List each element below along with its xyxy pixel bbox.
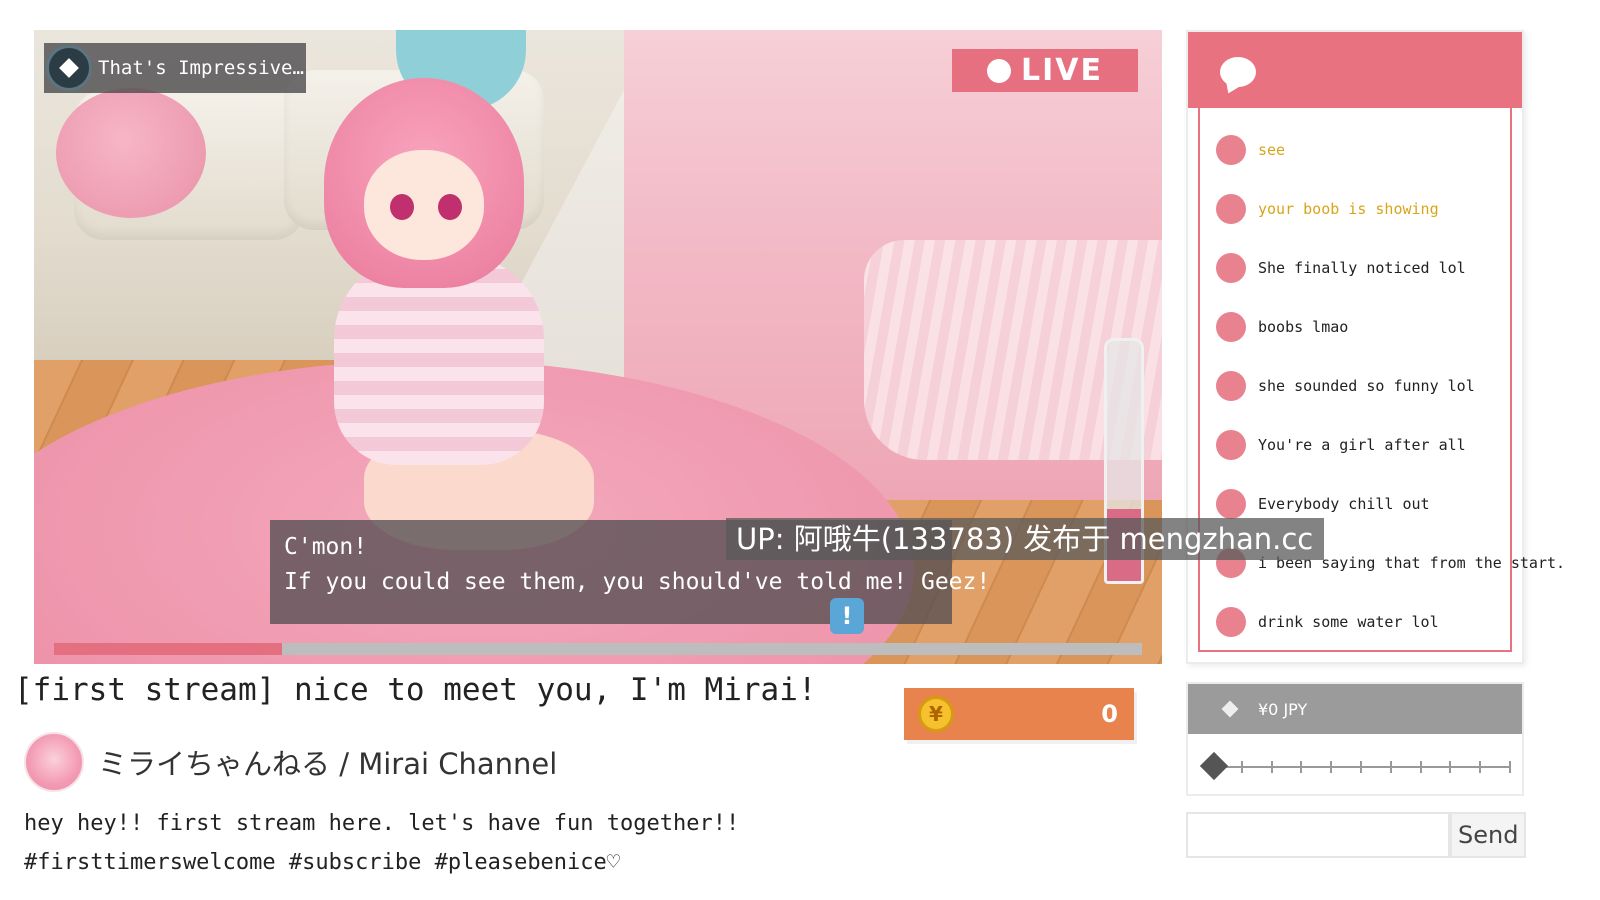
- live-label: LIVE: [1021, 53, 1103, 88]
- description-hashtags: #firsttimerswelcome #subscribe #pleasebe…: [24, 850, 621, 875]
- live-indicator: LIVE: [952, 49, 1138, 92]
- chat-panel: see your boob is showing She finally notic…: [1186, 30, 1565, 664]
- yen-coin-icon: ¥: [918, 696, 954, 732]
- achievement-popup: That's Impressive…: [44, 43, 306, 93]
- currency-count: 0: [1101, 700, 1118, 728]
- description-line: hey hey!! first stream here. let's have …: [24, 811, 740, 836]
- chat-message: your boob is showing: [1216, 193, 1439, 225]
- tip-header: ¥0 JPY: [1188, 684, 1522, 734]
- stream-progress-fill: [54, 643, 283, 655]
- currency-counter: ¥ 0: [904, 688, 1134, 740]
- chat-message: see: [1216, 134, 1285, 166]
- diamond-icon: [1221, 700, 1239, 718]
- watermark-banner: UP: 阿哦牛(133783) 发布于 mengzhan.cc: [726, 518, 1324, 560]
- chat-message: boobs lmao: [1216, 311, 1348, 343]
- slider-tick: [1241, 761, 1243, 773]
- achievement-label: That's Impressive…: [98, 57, 304, 79]
- stream-title: [first stream] nice to meet you, I'm Mir…: [14, 672, 817, 708]
- slider-tick: [1420, 761, 1422, 773]
- chat-input[interactable]: [1186, 812, 1450, 858]
- slider-tick: [1330, 761, 1332, 773]
- chat-user-avatar: [1216, 135, 1246, 165]
- channel-row[interactable]: ミライちゃんねる / Mirai Channel: [24, 732, 557, 792]
- chat-header: [1188, 32, 1522, 108]
- slider-tick: [1449, 761, 1451, 773]
- channel-avatar[interactable]: [24, 732, 84, 792]
- chat-message-text: She finally noticed lol: [1258, 259, 1466, 277]
- chat-message: Everybody chill out: [1216, 488, 1430, 520]
- slider-tick: [1390, 761, 1392, 773]
- chat-message-text: your boob is showing: [1258, 200, 1439, 218]
- slider-tick: [1479, 761, 1481, 773]
- send-button[interactable]: Send: [1450, 812, 1526, 858]
- stream-description: hey hey!! first stream here. let's have …: [24, 804, 739, 882]
- stream-progress-bar[interactable]: [54, 643, 1142, 655]
- character-eye: [438, 194, 462, 220]
- stream-viewport: That's Impressive… LIVE C'mon! If you co…: [34, 30, 1162, 664]
- chat-message-text: boobs lmao: [1258, 318, 1349, 336]
- chat-message: drink some water lol: [1216, 606, 1439, 638]
- slider-tick: [1509, 761, 1511, 773]
- chat-user-avatar: [1216, 607, 1246, 637]
- chat-user-avatar: [1216, 489, 1246, 519]
- chat-user-avatar: [1216, 253, 1246, 283]
- chat-user-avatar: [1216, 430, 1246, 460]
- chat-bubble-icon: [1220, 57, 1256, 87]
- tip-amount-slider[interactable]: [1199, 751, 1511, 781]
- chat-user-avatar: [1216, 312, 1246, 342]
- live-dot-icon: [987, 58, 1011, 83]
- chat-message: she sounded so funny lol: [1216, 370, 1475, 402]
- chat-message-text: You're a girl after all: [1258, 436, 1466, 454]
- plush-toy: [56, 88, 206, 218]
- chat-user-avatar: [1216, 371, 1246, 401]
- character-face: [364, 150, 484, 260]
- tip-amount: ¥0 JPY: [1258, 699, 1308, 719]
- tip-slider-thumb[interactable]: [1199, 751, 1229, 781]
- channel-name[interactable]: ミライちゃんねる / Mirai Channel: [98, 741, 557, 783]
- tip-panel: ¥0 JPY: [1186, 682, 1524, 796]
- chat-message-text: Everybody chill out: [1258, 495, 1430, 513]
- chat-message-text: drink some water lol: [1258, 613, 1439, 631]
- character-eye: [390, 194, 414, 220]
- slider-tick: [1300, 761, 1302, 773]
- chat-message: She finally noticed lol: [1216, 252, 1466, 284]
- chat-message-text: she sounded so funny lol: [1258, 377, 1475, 395]
- chat-user-avatar: [1216, 194, 1246, 224]
- chat-message-text: see: [1258, 141, 1286, 159]
- chat-message-list[interactable]: see your boob is showing She finally notic…: [1198, 108, 1565, 652]
- achievement-badge-icon: [46, 45, 92, 91]
- chat-message: You're a girl after all: [1216, 429, 1466, 461]
- slider-tick: [1360, 761, 1362, 773]
- dialog-line: If you could see them, you should've tol…: [284, 569, 991, 595]
- slider-tick: [1271, 761, 1273, 773]
- alert-icon[interactable]: !: [830, 598, 864, 634]
